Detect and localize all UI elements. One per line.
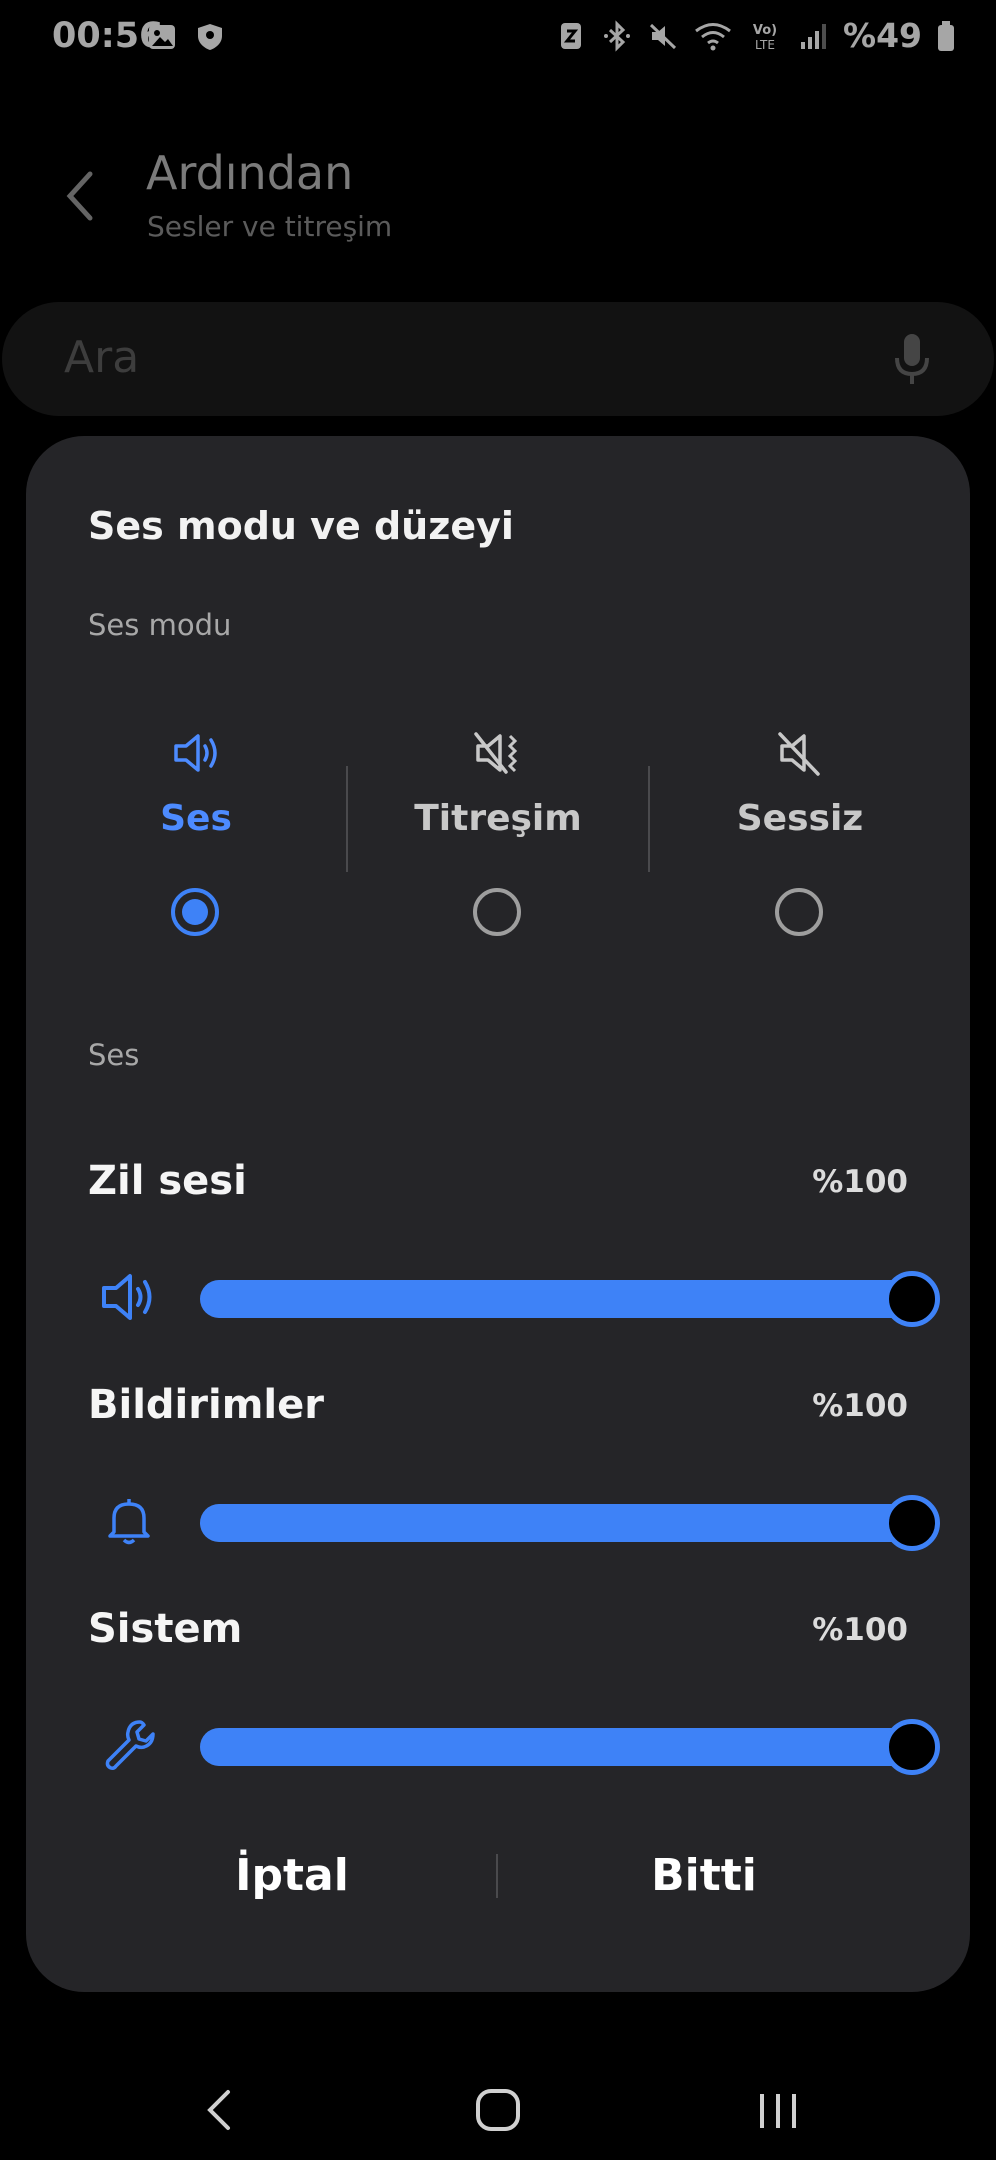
done-button[interactable]: Bitti (504, 1826, 904, 1926)
mute-icon (778, 732, 820, 776)
volume-slider[interactable] (200, 1271, 940, 1327)
bell-icon[interactable] (98, 1490, 160, 1552)
navigation-bar (0, 2060, 996, 2160)
mode-label: Titreşim (414, 798, 582, 839)
speaker-icon[interactable] (98, 1266, 160, 1328)
volume-row-notifications: Bildirimler %100 (26, 1382, 970, 1562)
back-icon[interactable] (180, 2070, 260, 2150)
sound-mode-selector: Ses Titreşim Sessiz (26, 726, 970, 956)
mode-label: Sessiz (736, 798, 864, 839)
volume-slider-thumb[interactable] (884, 1271, 940, 1327)
screen: 00:56 Vo) LTE %49 Ardından Sesler ve titr… (0, 0, 996, 2160)
speaker-icon (174, 734, 217, 772)
radio-sound[interactable] (171, 888, 219, 936)
volume-label: Sistem (88, 1606, 243, 1652)
radio-mute[interactable] (775, 888, 823, 936)
mode-label: Ses (160, 798, 232, 839)
wrench-icon[interactable] (98, 1714, 160, 1776)
mode-mute[interactable]: Sessiz (650, 726, 950, 956)
action-divider (496, 1854, 498, 1898)
dialog-title: Ses modu ve düzeyi (88, 504, 514, 548)
mode-sound[interactable]: Ses (46, 726, 346, 956)
volume-row-ringtone: Zil sesi %100 (26, 1158, 970, 1338)
radio-vibrate[interactable] (473, 888, 521, 936)
mode-vibrate[interactable]: Titreşim (348, 726, 648, 956)
volume-percent: %100 (812, 1388, 908, 1424)
volume-slider-fill (200, 1280, 912, 1318)
home-icon[interactable] (458, 2070, 538, 2150)
vibrate-icon (474, 732, 518, 774)
mode-section-label: Ses modu (88, 608, 232, 642)
volume-percent: %100 (812, 1164, 908, 1200)
volume-section-label: Ses (88, 1038, 140, 1072)
sound-mode-dialog: Ses modu ve düzeyi Ses modu Ses Titreşim… (26, 436, 970, 1992)
volume-slider-thumb[interactable] (884, 1719, 940, 1775)
volume-slider[interactable] (200, 1719, 940, 1775)
volume-slider-fill (200, 1728, 912, 1766)
volume-label: Zil sesi (88, 1158, 247, 1204)
volume-slider-thumb[interactable] (884, 1495, 940, 1551)
volume-slider[interactable] (200, 1495, 940, 1551)
volume-label: Bildirimler (88, 1382, 324, 1428)
cancel-button[interactable]: İptal (92, 1826, 492, 1926)
dialog-actions: İptal Bitti (26, 1826, 970, 1926)
recents-icon[interactable] (738, 2070, 818, 2150)
volume-row-system: Sistem %100 (26, 1606, 970, 1786)
volume-slider-fill (200, 1504, 912, 1542)
volume-percent: %100 (812, 1612, 908, 1648)
